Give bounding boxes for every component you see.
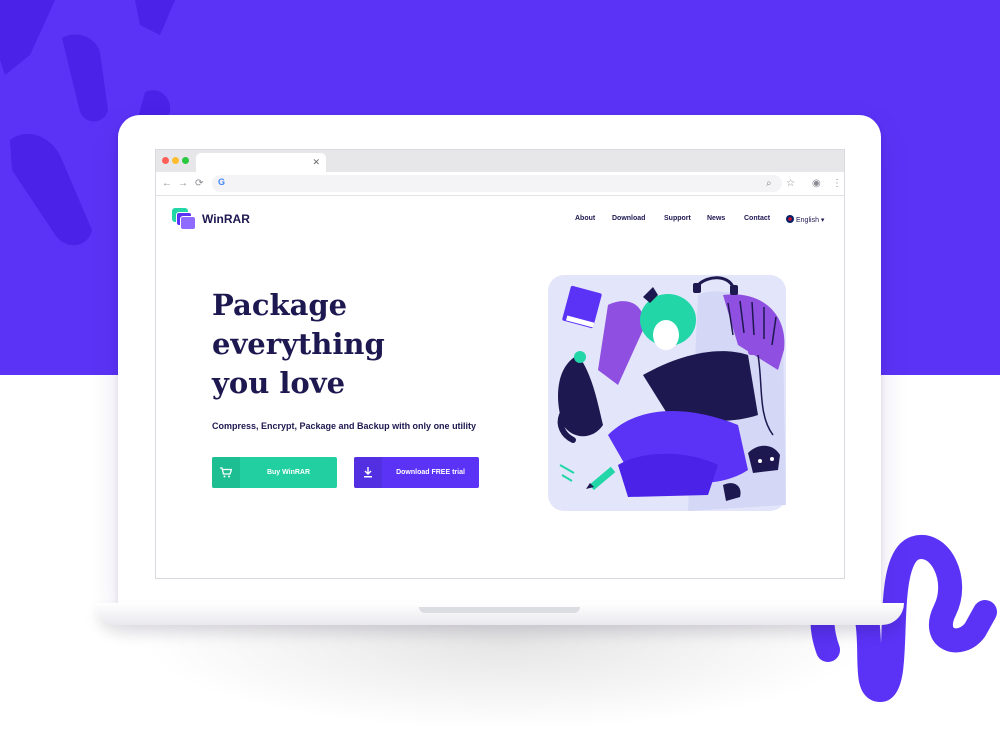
hero-title-line: Package <box>212 288 348 322</box>
browser-menu-icon[interactable]: ⋮ <box>832 177 842 191</box>
window-maximize-dot[interactable] <box>182 157 189 164</box>
download-icon <box>354 457 382 488</box>
close-icon[interactable]: ✕ <box>312 156 320 168</box>
hero-title-line: you love <box>212 366 346 400</box>
search-icon[interactable]: ⌕ <box>766 177 772 191</box>
browser-toolbar: ← → ⟳ G ⌕ ☆ ◉ ⋮ <box>156 172 844 196</box>
google-icon: G <box>218 177 226 187</box>
hero-title: Package everything you love <box>212 286 432 403</box>
hero-illustration <box>548 275 786 511</box>
nav-download[interactable]: Download <box>612 215 645 222</box>
cart-icon <box>212 457 240 488</box>
winrar-webpage: WinRAR About Download Support News Conta… <box>156 196 844 578</box>
laptop-screen: ✕ ← → ⟳ G ⌕ ☆ ◉ ⋮ WinRAR About Download … <box>155 149 845 579</box>
star-icon[interactable]: ☆ <box>786 177 795 191</box>
download-trial-button[interactable]: Download FREE trial <box>354 457 479 488</box>
browser-tab[interactable]: ✕ <box>196 153 326 172</box>
language-selector[interactable]: English ▾ <box>786 215 824 224</box>
uk-flag-icon <box>786 215 794 223</box>
window-close-dot[interactable] <box>162 157 169 164</box>
chevron-down-icon: ▾ <box>820 217 825 224</box>
brand-name[interactable]: WinRAR <box>202 212 250 226</box>
download-trial-label: Download FREE trial <box>396 469 465 476</box>
gamepad-icon <box>748 445 780 473</box>
browser-tab-bar: ✕ <box>156 150 844 172</box>
back-arrow-icon[interactable]: ← <box>162 177 172 191</box>
laptop-shadow <box>140 620 870 730</box>
reload-icon[interactable]: ⟳ <box>195 177 203 191</box>
winrar-logo-icon[interactable] <box>172 208 196 230</box>
nav-about[interactable]: About <box>575 215 595 222</box>
nav-support[interactable]: Support <box>664 215 691 222</box>
laptop-notch <box>419 607 580 613</box>
address-bar[interactable]: G <box>212 175 782 192</box>
nav-contact[interactable]: Contact <box>744 215 770 222</box>
nav-news[interactable]: News <box>707 215 725 222</box>
buy-winrar-label: Buy WinRAR <box>266 469 311 476</box>
buy-winrar-button[interactable]: Buy WinRAR <box>212 457 337 488</box>
profile-avatar-icon[interactable]: ◉ <box>812 177 821 191</box>
hero-subtitle: Compress, Encrypt, Package and Backup wi… <box>212 421 477 431</box>
hero-title-line: everything <box>212 327 385 361</box>
window-minimize-dot[interactable] <box>172 157 179 164</box>
language-label: English <box>796 217 819 224</box>
forward-arrow-icon[interactable]: → <box>178 177 188 191</box>
